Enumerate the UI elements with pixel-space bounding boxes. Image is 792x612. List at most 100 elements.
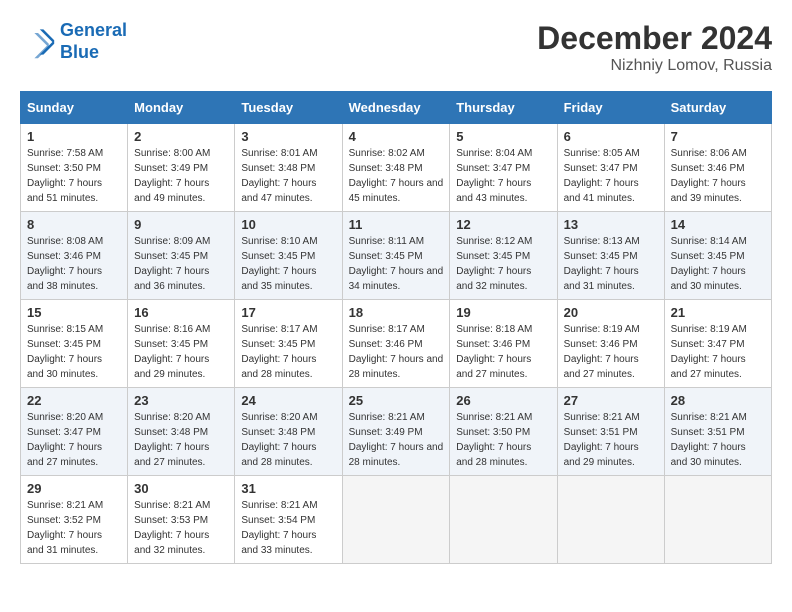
table-row: 18 Sunrise: 8:17 AMSunset: 3:46 PMDayligh…	[342, 300, 450, 388]
day-info: Sunrise: 8:17 AMSunset: 3:45 PMDaylight:…	[241, 322, 335, 382]
day-info: Sunrise: 8:12 AMSunset: 3:45 PMDaylight:…	[456, 234, 550, 294]
day-number: 13	[564, 217, 658, 232]
table-row: 4 Sunrise: 8:02 AMSunset: 3:48 PMDaylight…	[342, 124, 450, 212]
page-header: General Blue December 2024 Nizhniy Lomov…	[20, 20, 772, 75]
day-info: Sunrise: 8:05 AMSunset: 3:47 PMDaylight:…	[564, 146, 658, 206]
table-row: 31Sunrise: 8:21 AMSunset: 3:54 PMDayligh…	[235, 476, 342, 564]
col-wednesday: Wednesday	[342, 92, 450, 124]
day-number: 22	[27, 393, 121, 408]
table-row: 26 Sunrise: 8:21 AMSunset: 3:50 PMDayligh…	[450, 388, 557, 476]
day-number: 4	[349, 129, 444, 144]
day-info: Sunrise: 8:11 AMSunset: 3:45 PMDaylight:…	[349, 234, 444, 294]
table-row	[664, 476, 771, 564]
day-number: 21	[671, 305, 765, 320]
calendar-table: Sunday Monday Tuesday Wednesday Thursday…	[20, 91, 772, 564]
day-info: Sunrise: 8:01 AMSunset: 3:48 PMDaylight:…	[241, 146, 335, 206]
day-info: Sunrise: 8:02 AMSunset: 3:48 PMDaylight:…	[349, 146, 444, 206]
table-row: 10Sunrise: 8:10 AMSunset: 3:45 PMDayligh…	[235, 212, 342, 300]
table-row: 3 Sunrise: 8:01 AMSunset: 3:48 PMDaylight…	[235, 124, 342, 212]
table-row: 13 Sunrise: 8:13 AMSunset: 3:45 PMDayligh…	[557, 212, 664, 300]
table-row: 25Sunrise: 8:21 AMSunset: 3:49 PMDayligh…	[342, 388, 450, 476]
day-info: Sunrise: 8:21 AMSunset: 3:49 PMDaylight:…	[349, 410, 444, 470]
main-title: December 2024	[537, 20, 772, 57]
calendar-week-row: 15Sunrise: 8:15 AMSunset: 3:45 PMDayligh…	[21, 300, 772, 388]
day-number: 8	[27, 217, 121, 232]
day-number: 1	[27, 129, 121, 144]
day-info: Sunrise: 8:21 AMSunset: 3:50 PMDaylight:…	[456, 410, 550, 470]
day-number: 10	[241, 217, 335, 232]
day-number: 18	[349, 305, 444, 320]
table-row: 29 Sunrise: 8:21 AMSunset: 3:52 PMDayligh…	[21, 476, 128, 564]
day-number: 6	[564, 129, 658, 144]
day-info: Sunrise: 8:04 AMSunset: 3:47 PMDaylight:…	[456, 146, 550, 206]
day-info: Sunrise: 8:17 AMSunset: 3:46 PMDaylight:…	[349, 322, 444, 382]
table-row: 12 Sunrise: 8:12 AMSunset: 3:45 PMDayligh…	[450, 212, 557, 300]
day-number: 26	[456, 393, 550, 408]
table-row	[557, 476, 664, 564]
table-row: 11 Sunrise: 8:11 AMSunset: 3:45 PMDayligh…	[342, 212, 450, 300]
day-number: 15	[27, 305, 121, 320]
table-row: 23 Sunrise: 8:20 AMSunset: 3:48 PMDayligh…	[128, 388, 235, 476]
day-number: 2	[134, 129, 228, 144]
day-number: 3	[241, 129, 335, 144]
day-number: 28	[671, 393, 765, 408]
table-row: 14 Sunrise: 8:14 AMSunset: 3:45 PMDayligh…	[664, 212, 771, 300]
day-info: Sunrise: 8:00 AMSunset: 3:49 PMDaylight:…	[134, 146, 228, 206]
day-number: 16	[134, 305, 228, 320]
day-info: Sunrise: 8:21 AMSunset: 3:51 PMDaylight:…	[564, 410, 658, 470]
table-row: 30 Sunrise: 8:21 AMSunset: 3:53 PMDayligh…	[128, 476, 235, 564]
day-info: Sunrise: 8:13 AMSunset: 3:45 PMDaylight:…	[564, 234, 658, 294]
day-info: Sunrise: 8:14 AMSunset: 3:45 PMDaylight:…	[671, 234, 765, 294]
table-row: 20 Sunrise: 8:19 AMSunset: 3:46 PMDayligh…	[557, 300, 664, 388]
table-row: 22 Sunrise: 8:20 AMSunset: 3:47 PMDayligh…	[21, 388, 128, 476]
day-info: Sunrise: 8:16 AMSunset: 3:45 PMDaylight:…	[134, 322, 228, 382]
table-row: 2 Sunrise: 8:00 AMSunset: 3:49 PMDaylight…	[128, 124, 235, 212]
table-row: 1Sunrise: 7:58 AMSunset: 3:50 PMDaylight…	[21, 124, 128, 212]
table-row: 21 Sunrise: 8:19 AMSunset: 3:47 PMDayligh…	[664, 300, 771, 388]
day-number: 19	[456, 305, 550, 320]
day-info: Sunrise: 8:06 AMSunset: 3:46 PMDaylight:…	[671, 146, 765, 206]
day-number: 17	[241, 305, 335, 320]
table-row: 6 Sunrise: 8:05 AMSunset: 3:47 PMDaylight…	[557, 124, 664, 212]
table-row: 16 Sunrise: 8:16 AMSunset: 3:45 PMDayligh…	[128, 300, 235, 388]
col-saturday: Saturday	[664, 92, 771, 124]
logo-icon	[20, 24, 56, 60]
title-section: December 2024 Nizhniy Lomov, Russia	[537, 20, 772, 75]
table-row: 8Sunrise: 8:08 AMSunset: 3:46 PMDaylight…	[21, 212, 128, 300]
subtitle: Nizhniy Lomov, Russia	[537, 57, 772, 75]
day-info: Sunrise: 8:18 AMSunset: 3:46 PMDaylight:…	[456, 322, 550, 382]
day-info: Sunrise: 8:20 AMSunset: 3:48 PMDaylight:…	[134, 410, 228, 470]
day-number: 30	[134, 481, 228, 496]
table-row: 28 Sunrise: 8:21 AMSunset: 3:51 PMDayligh…	[664, 388, 771, 476]
day-info: Sunrise: 8:21 AMSunset: 3:51 PMDaylight:…	[671, 410, 765, 470]
day-info: Sunrise: 8:20 AMSunset: 3:48 PMDaylight:…	[241, 410, 335, 470]
day-info: Sunrise: 8:19 AMSunset: 3:46 PMDaylight:…	[564, 322, 658, 382]
day-info: Sunrise: 8:21 AMSunset: 3:53 PMDaylight:…	[134, 498, 228, 558]
day-number: 29	[27, 481, 121, 496]
day-info: Sunrise: 8:21 AMSunset: 3:52 PMDaylight:…	[27, 498, 121, 558]
table-row: 19 Sunrise: 8:18 AMSunset: 3:46 PMDayligh…	[450, 300, 557, 388]
day-number: 20	[564, 305, 658, 320]
day-info: Sunrise: 8:09 AMSunset: 3:45 PMDaylight:…	[134, 234, 228, 294]
col-thursday: Thursday	[450, 92, 557, 124]
day-info: Sunrise: 8:19 AMSunset: 3:47 PMDaylight:…	[671, 322, 765, 382]
day-number: 7	[671, 129, 765, 144]
day-number: 23	[134, 393, 228, 408]
table-row: 5Sunrise: 8:04 AMSunset: 3:47 PMDaylight…	[450, 124, 557, 212]
col-tuesday: Tuesday	[235, 92, 342, 124]
table-row: 9Sunrise: 8:09 AMSunset: 3:45 PMDaylight…	[128, 212, 235, 300]
col-sunday: Sunday	[21, 92, 128, 124]
day-number: 14	[671, 217, 765, 232]
calendar-week-row: 1Sunrise: 7:58 AMSunset: 3:50 PMDaylight…	[21, 124, 772, 212]
table-row: 7 Sunrise: 8:06 AMSunset: 3:46 PMDaylight…	[664, 124, 771, 212]
calendar-week-row: 8Sunrise: 8:08 AMSunset: 3:46 PMDaylight…	[21, 212, 772, 300]
table-row: 24Sunrise: 8:20 AMSunset: 3:48 PMDayligh…	[235, 388, 342, 476]
day-number: 27	[564, 393, 658, 408]
logo: General Blue	[20, 20, 127, 63]
day-info: Sunrise: 8:20 AMSunset: 3:47 PMDaylight:…	[27, 410, 121, 470]
day-number: 11	[349, 217, 444, 232]
col-monday: Monday	[128, 92, 235, 124]
day-number: 12	[456, 217, 550, 232]
calendar-week-row: 29 Sunrise: 8:21 AMSunset: 3:52 PMDayligh…	[21, 476, 772, 564]
table-row: 17 Sunrise: 8:17 AMSunset: 3:45 PMDayligh…	[235, 300, 342, 388]
